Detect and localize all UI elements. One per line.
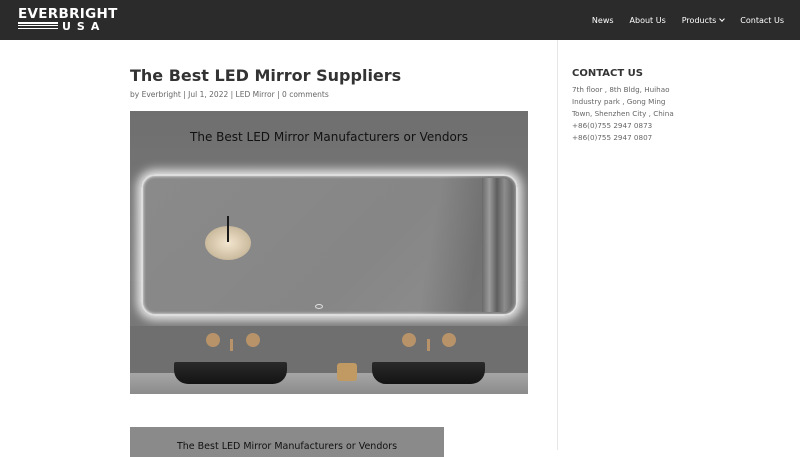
sink-basin: [174, 362, 287, 384]
post-title: The Best LED Mirror Suppliers: [130, 66, 402, 85]
meta-separator: |: [230, 90, 234, 99]
meta-separator: |: [277, 90, 280, 99]
led-mirror: [141, 174, 518, 316]
nav-item-news[interactable]: News: [592, 16, 614, 25]
address-line: Industry park , Gong Ming: [572, 97, 666, 106]
nav-label: News: [591, 15, 614, 25]
chevron-down-icon: [719, 15, 726, 22]
faucet-handle: [246, 333, 260, 347]
address-line: Town, Shenzhen City , China: [572, 109, 674, 118]
touch-sensor-icon: [315, 304, 323, 309]
featured-image: The Best LED Mirror Manufacturers or Ven…: [130, 111, 528, 394]
post-meta: by Everbright | Jul 1, 2022 | LED Mirror…: [130, 90, 329, 99]
lamp-stem: [227, 216, 229, 242]
site-header: EVERBRIGHT USA News About Us Products Co…: [0, 0, 800, 40]
meta-separator: |: [183, 90, 186, 99]
logo-stripes: [18, 22, 58, 32]
contact-details: 7th floor , 8th Bldg, Huihao Industry pa…: [572, 84, 682, 144]
faucet-spout: [230, 339, 233, 351]
author-link[interactable]: Everbright: [142, 90, 181, 99]
sidebar-title: CONTACT US: [572, 68, 643, 79]
sink-basin: [372, 362, 485, 384]
second-image: The Best LED Mirror Manufacturers or Ven…: [130, 427, 444, 457]
faucet-handle: [402, 333, 416, 347]
address-line: 7th floor , 8th Bldg, Huihao: [572, 85, 670, 94]
nav-item-products[interactable]: Products: [681, 15, 726, 25]
faucet-handle: [442, 333, 456, 347]
image-caption: The Best LED Mirror Manufacturers or Ven…: [190, 130, 468, 144]
main-nav: News About Us Products Contact Us: [592, 0, 784, 40]
logo-wordmark-bottom: USA: [62, 20, 106, 33]
nav-item-contact-us[interactable]: Contact Us: [740, 16, 784, 25]
curtain-reflection: [482, 178, 512, 312]
nav-label: Products: [681, 15, 717, 25]
faucet-spout: [427, 339, 430, 351]
phone-number: +86(0)755 2947 0807: [572, 133, 653, 142]
meta-by: by: [130, 90, 140, 99]
comments-link[interactable]: 0 comments: [282, 90, 329, 99]
image-caption: The Best LED Mirror Manufacturers or Ven…: [176, 441, 398, 452]
nav-label: Contact Us: [740, 15, 784, 25]
nav-item-about-us[interactable]: About Us: [630, 16, 666, 25]
category-link[interactable]: LED Mirror: [236, 90, 275, 99]
nav-label: About Us: [629, 15, 666, 25]
sidebar-divider: [557, 40, 558, 450]
faucet-handle: [206, 333, 220, 347]
post-date: Jul 1, 2022: [188, 90, 229, 99]
everbright-logo[interactable]: EVERBRIGHT USA: [18, 7, 117, 33]
soap-bottle: [337, 363, 357, 381]
phone-number: +86(0)755 2947 0873: [572, 121, 653, 130]
